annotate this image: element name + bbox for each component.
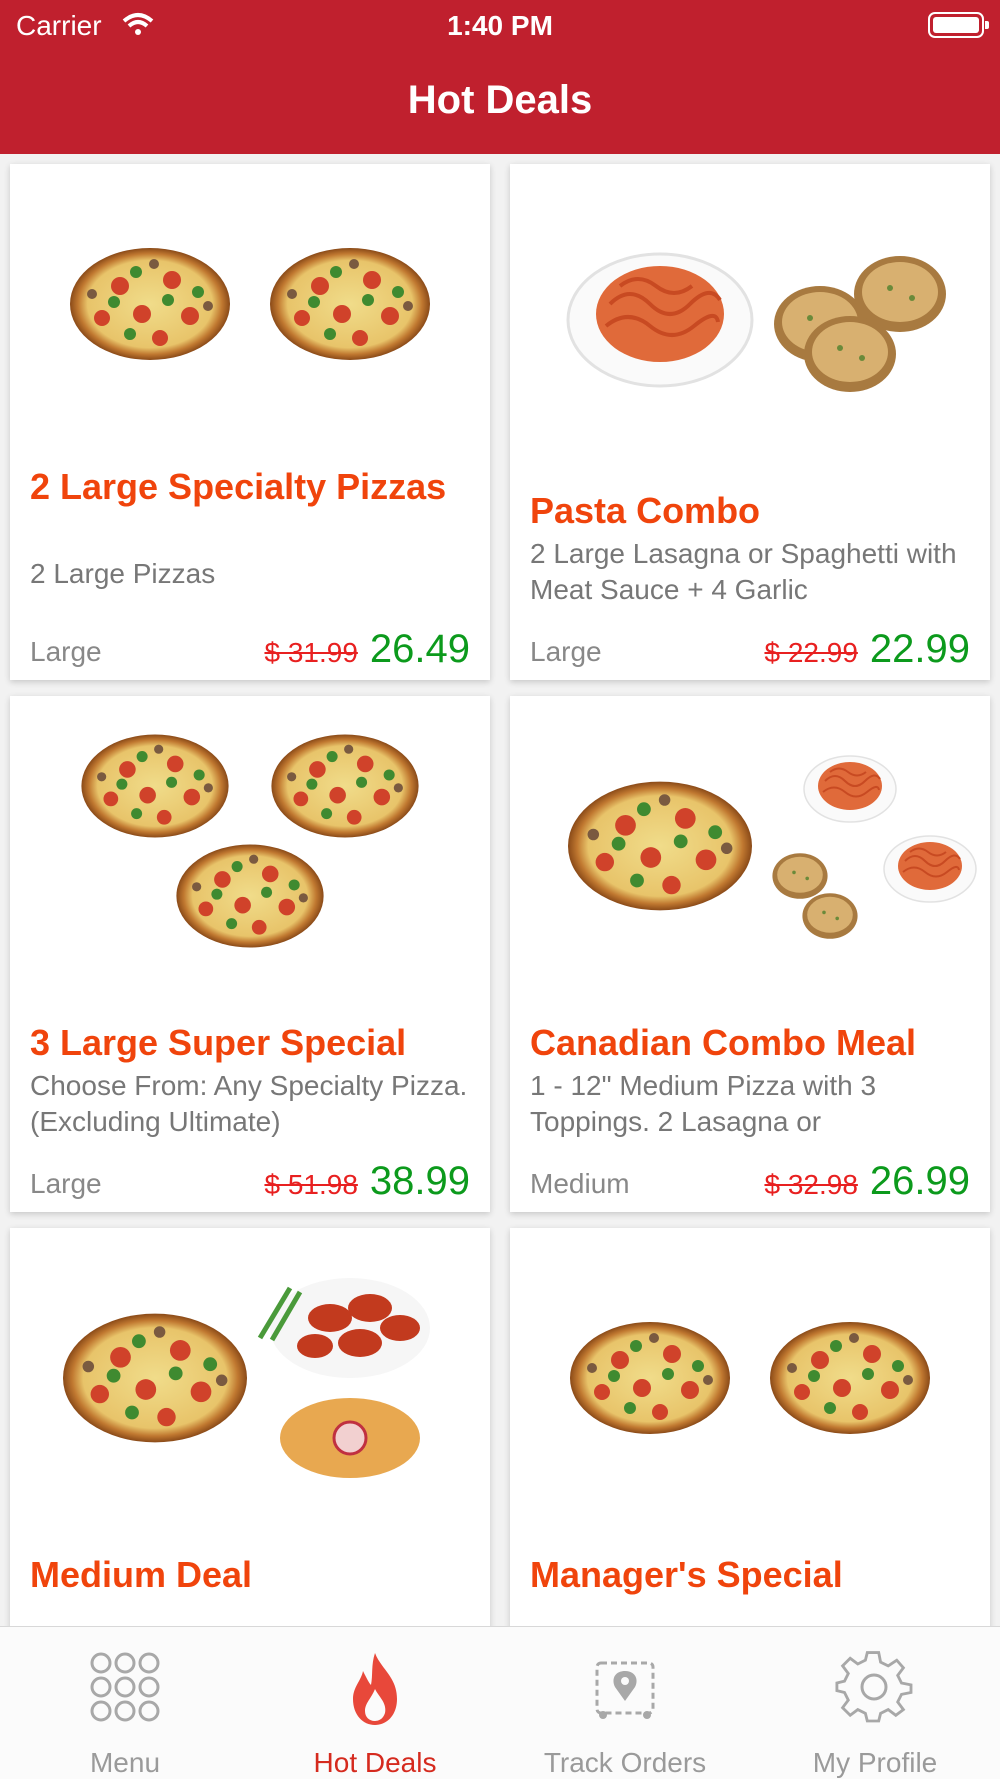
deal-size: Large: [30, 1168, 102, 1199]
deal-price: 26.49: [369, 627, 470, 671]
status-bar: Carrier 1:40 PM: [0, 0, 1000, 50]
pizza-pasta-bread-image: [568, 755, 977, 939]
deal-price: 38.99: [369, 1159, 470, 1203]
deals-grid[interactable]: 2 Large Specialty Pizzas 2 Large Pizzas …: [0, 154, 1000, 1626]
deal-prices: $ 31.99 26.49: [264, 627, 470, 672]
tab-label: Track Orders: [543, 1747, 707, 1778]
deal-card[interactable]: Canadian Combo Meal 1 - 12" Medium Pizza…: [510, 696, 990, 1212]
navigation-header: Carrier 1:40 PM Hot Deals: [0, 0, 1000, 154]
deal-card[interactable]: 3 Large Super Special Choose From: Any S…: [10, 696, 490, 1212]
tab-label: My Profile: [812, 1747, 938, 1778]
map-pin-icon: [595, 1661, 655, 1719]
deal-name: 2 Large Specialty Pizzas: [30, 466, 447, 507]
deal-size: Large: [30, 636, 102, 667]
tab-menu[interactable]: Menu: [0, 1627, 250, 1779]
deal-card[interactable]: Pasta Combo 2 Large Lasagna or Spaghetti…: [510, 164, 990, 680]
deal-old-price: $ 32.98: [764, 1169, 858, 1200]
tab-bar: Menu Hot Deals Track Orders My Profile: [0, 1626, 1000, 1779]
deal-card[interactable]: 2 Large Specialty Pizzas 2 Large Pizzas …: [10, 164, 490, 680]
status-time: 1:40 PM: [447, 10, 553, 41]
deal-name: Canadian Combo Meal: [530, 1022, 917, 1063]
deal-price: 22.99: [869, 627, 970, 671]
gear-icon: [835, 1651, 913, 1723]
deal-size: Medium: [530, 1168, 630, 1199]
deal-old-price: $ 22.99: [764, 637, 858, 668]
pizza-wings-nuggets-image: [63, 1278, 430, 1478]
deal-card[interactable]: Manager's Special: [510, 1228, 990, 1626]
deal-description: Choose From: Any Specialty Pizza. (Exclu…: [30, 1070, 468, 1137]
deal-price: 26.99: [869, 1159, 970, 1203]
deal-name: Manager's Special: [530, 1554, 843, 1595]
deal-name: Medium Deal: [30, 1554, 253, 1595]
two-pizzas-image: [70, 248, 430, 360]
deal-old-price: $ 51.98: [264, 1169, 358, 1200]
two-pizzas-image: [570, 1322, 930, 1434]
page-title: Hot Deals: [407, 78, 593, 122]
deal-name: 3 Large Super Special: [30, 1022, 407, 1063]
deal-description: 2 Large Pizzas: [30, 558, 216, 589]
deal-prices: $ 51.98 38.99: [264, 1159, 470, 1204]
deal-prices: $ 22.99 22.99: [764, 627, 970, 672]
deal-card[interactable]: Medium Deal: [10, 1228, 490, 1626]
battery-icon: [928, 12, 989, 38]
three-pizzas-image: [81, 734, 419, 948]
flame-icon: [353, 1653, 397, 1725]
deal-old-price: $ 31.99: [264, 637, 358, 668]
pasta-garlic-bread-image: [566, 252, 946, 392]
deal-size: Large: [530, 636, 602, 667]
tab-label: Hot Deals: [313, 1747, 437, 1778]
deal-description: 1 - 12" Medium Pizza with 3 Toppings. 2 …: [530, 1070, 877, 1137]
tab-track-orders[interactable]: Track Orders: [500, 1627, 750, 1779]
deal-name: Pasta Combo: [530, 490, 761, 531]
deal-description: 2 Large Lasagna or Spaghetti with Meat S…: [530, 538, 957, 605]
tab-my-profile[interactable]: My Profile: [750, 1627, 1000, 1779]
grid-dots-icon: [90, 1652, 160, 1722]
tab-label: Menu: [89, 1747, 161, 1778]
deal-prices: $ 32.98 26.99: [764, 1159, 970, 1204]
tab-hot-deals[interactable]: Hot Deals: [250, 1627, 500, 1779]
